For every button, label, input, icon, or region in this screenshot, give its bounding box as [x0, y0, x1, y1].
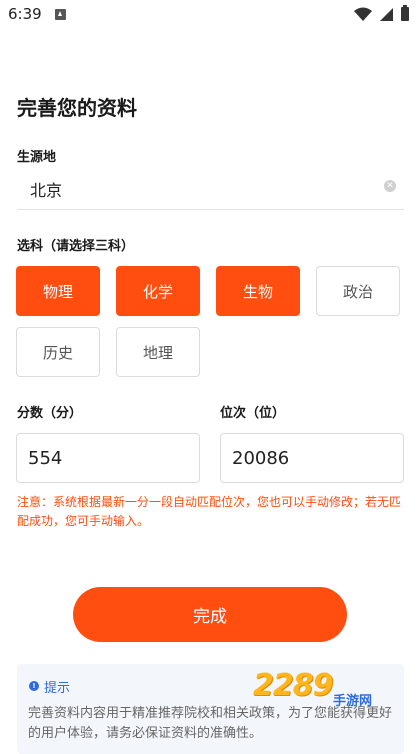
subjects-label: 选科（请选择三科） [17, 239, 135, 254]
battery-icon [401, 5, 409, 21]
status-icons [354, 5, 409, 22]
rank-input[interactable]: 20086 [220, 433, 404, 483]
clear-icon[interactable]: ✕ [384, 180, 396, 192]
watermark-number: 2289 [253, 668, 333, 703]
watermark-logo: 2289 手游网 [253, 668, 403, 709]
score-input[interactable]: 554 [16, 433, 200, 483]
origin-label: 生源地 [17, 150, 57, 165]
page-title: 完善您的资料 [17, 96, 137, 120]
tip-text: 完善资料内容用于精准推荐院校和相关政策，为了您能获得更好的用户体验，请务必保证资… [28, 706, 393, 741]
rank-label: 位次（位） [220, 406, 286, 421]
subject-politics[interactable]: 政治 [316, 266, 400, 316]
status-time: 6:39 [8, 5, 42, 23]
watermark-site: 手游网 [333, 694, 373, 709]
signal-icon [380, 7, 393, 21]
subject-physics[interactable]: 物理 [16, 266, 100, 316]
wifi-icon [354, 7, 372, 21]
done-button[interactable]: 完成 [73, 587, 347, 642]
subject-history[interactable]: 历史 [16, 327, 100, 377]
score-label: 分数（分） [17, 406, 83, 421]
auto-match-note: 注意：系统根据最新一分一段自动匹配位次，您也可以手动修改；若无匹配成功，您可手动… [17, 495, 402, 528]
info-icon: ! [29, 681, 39, 691]
notification-icon [55, 9, 66, 20]
origin-divider [17, 209, 404, 210]
origin-input[interactable]: 北京 [30, 177, 62, 201]
subject-chemistry[interactable]: 化学 [116, 266, 200, 316]
status-bar: 6:39 [0, 0, 419, 32]
subject-geography[interactable]: 地理 [116, 327, 200, 377]
subject-biology[interactable]: 生物 [216, 266, 300, 316]
tip-title: 提示 [44, 681, 71, 696]
